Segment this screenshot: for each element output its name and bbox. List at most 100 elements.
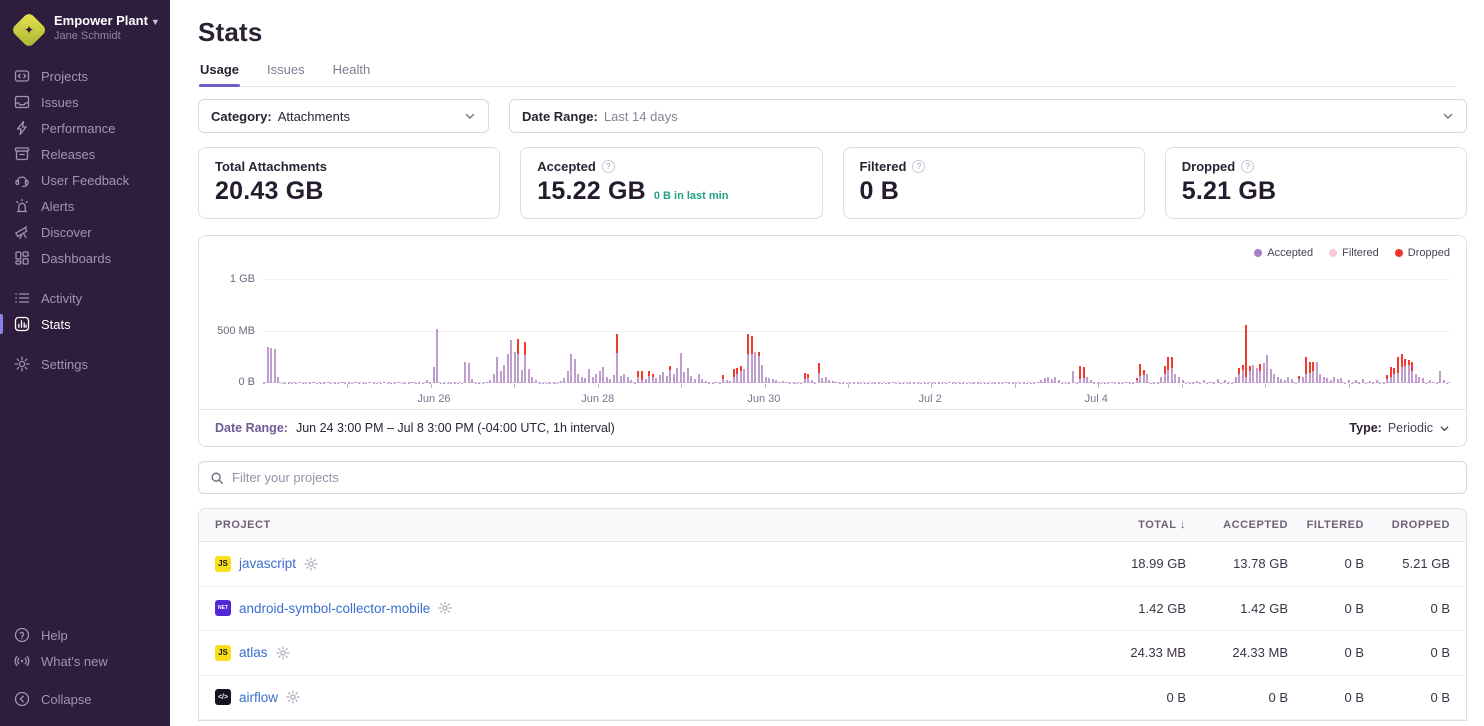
chart-bar[interactable] (464, 362, 466, 383)
chart-bar[interactable] (1037, 382, 1039, 384)
chart-bar[interactable] (1266, 355, 1268, 383)
chart-bar[interactable] (1235, 377, 1237, 383)
chart-bar[interactable] (1054, 377, 1056, 383)
chart-bar[interactable] (592, 377, 594, 383)
project-link[interactable]: atlas (239, 645, 268, 660)
chart-bar[interactable] (662, 372, 664, 383)
chart-bar[interactable] (729, 381, 731, 383)
chart-bar[interactable] (726, 380, 728, 383)
help-circle-icon[interactable]: ? (602, 160, 615, 173)
chart-bar[interactable] (493, 374, 495, 383)
chart-bar[interactable] (1167, 357, 1169, 383)
chart-bar[interactable] (627, 377, 629, 383)
chart-bar[interactable] (747, 334, 749, 383)
chart-bar[interactable] (1408, 360, 1410, 383)
chart-type-dropdown[interactable]: Type: Periodic (1349, 421, 1450, 435)
chart-bar[interactable] (1432, 382, 1434, 384)
chart-bar[interactable] (595, 374, 597, 383)
chart-bar[interactable] (1340, 378, 1342, 383)
legend-item-dropped[interactable]: Dropped (1395, 247, 1450, 259)
chart-bar[interactable] (531, 377, 533, 383)
chart-bar[interactable] (786, 382, 788, 383)
chart-bar[interactable] (500, 371, 502, 383)
category-filter[interactable]: Category: Attachments (198, 99, 489, 133)
chart-bar[interactable] (669, 366, 671, 383)
chart-bar[interactable] (1355, 380, 1357, 383)
project-settings-gear-icon[interactable] (276, 646, 290, 660)
chart-bar[interactable] (768, 378, 770, 383)
chart-bar[interactable] (1174, 374, 1176, 383)
chart-bar[interactable] (977, 383, 979, 384)
chart-bar[interactable] (1252, 365, 1254, 384)
chart-bar[interactable] (507, 354, 509, 383)
chart-bar[interactable] (804, 373, 806, 383)
chart-bar[interactable] (1302, 377, 1304, 383)
sidebar-item-performance[interactable]: Performance (0, 115, 170, 141)
chart-bar[interactable] (1058, 380, 1060, 383)
chart-bar[interactable] (503, 365, 505, 384)
chart-bar[interactable] (312, 382, 314, 383)
chart-bar[interactable] (528, 369, 530, 383)
chart-bar[interactable] (496, 357, 498, 383)
chart-bar[interactable] (383, 382, 385, 383)
chart-bar[interactable] (1259, 364, 1261, 383)
chart-bar[interactable] (560, 381, 562, 383)
chart-bar[interactable] (521, 370, 523, 383)
sidebar-item-projects[interactable]: Projects (0, 63, 170, 89)
chart-bar[interactable] (1277, 377, 1279, 383)
chart-bar[interactable] (1171, 357, 1173, 383)
legend-item-accepted[interactable]: Accepted (1254, 247, 1313, 259)
chart-bar[interactable] (1376, 380, 1378, 383)
chart-bar[interactable] (606, 377, 608, 383)
chart-bar[interactable] (698, 374, 700, 383)
chart-bar[interactable] (355, 382, 357, 383)
chart-bar[interactable] (298, 382, 300, 383)
chart-bar[interactable] (599, 371, 601, 383)
sidebar-item-alerts[interactable]: Alerts (0, 193, 170, 219)
chart-bar[interactable] (1136, 378, 1138, 383)
chart-bar[interactable] (397, 382, 399, 383)
chart-bar[interactable] (588, 369, 590, 383)
chart-bar[interactable] (1284, 380, 1286, 383)
chart-bar[interactable] (1146, 374, 1148, 383)
sidebar-item-what-s-new[interactable]: What's new (0, 648, 170, 674)
chart-bar[interactable] (486, 382, 488, 384)
chart-bar[interactable] (510, 340, 512, 383)
sidebar-item-activity[interactable]: Activity (0, 285, 170, 311)
chart-bar[interactable] (705, 381, 707, 383)
chart-bar[interactable] (715, 382, 717, 384)
chart-bar[interactable] (828, 380, 830, 383)
chart-bar[interactable] (666, 376, 668, 383)
sidebar-item-stats[interactable]: Stats (0, 311, 170, 337)
chart-bar[interactable] (623, 374, 625, 383)
chart-bar[interactable] (701, 379, 703, 383)
chart-bar[interactable] (1143, 370, 1145, 383)
chart-bar[interactable] (743, 369, 745, 383)
chart-bar[interactable] (690, 376, 692, 383)
chart-bar[interactable] (676, 368, 678, 383)
chart-bar[interactable] (637, 371, 639, 383)
chart-bar[interactable] (1333, 377, 1335, 383)
column-header-filtered[interactable]: FILTERED (1288, 519, 1364, 531)
chart-bar[interactable] (471, 379, 473, 383)
chart-bar[interactable] (680, 353, 682, 383)
chart-bar[interactable] (722, 375, 724, 383)
chart-bar[interactable] (1323, 377, 1325, 383)
chart-bar[interactable] (1429, 380, 1431, 383)
chart-bar[interactable] (1309, 362, 1311, 383)
chart-bar[interactable] (1196, 381, 1198, 383)
search-input[interactable] (232, 470, 1455, 485)
chart-bar[interactable] (645, 379, 647, 383)
chart-bar[interactable] (489, 380, 491, 383)
chart-bar[interactable] (1287, 377, 1289, 383)
tab-usage[interactable]: Usage (199, 62, 240, 86)
chart-bar[interactable] (1291, 379, 1293, 383)
chart-bar[interactable] (1390, 367, 1392, 383)
date-range-filter[interactable]: Date Range: Last 14 days (509, 99, 1467, 133)
chart-bar[interactable] (754, 352, 756, 383)
chart-bar[interactable] (779, 382, 781, 384)
chart-bar[interactable] (1422, 378, 1424, 383)
chart-bar[interactable] (1160, 377, 1162, 383)
chart-bar[interactable] (1210, 382, 1212, 384)
chart-bar[interactable] (1443, 380, 1445, 383)
